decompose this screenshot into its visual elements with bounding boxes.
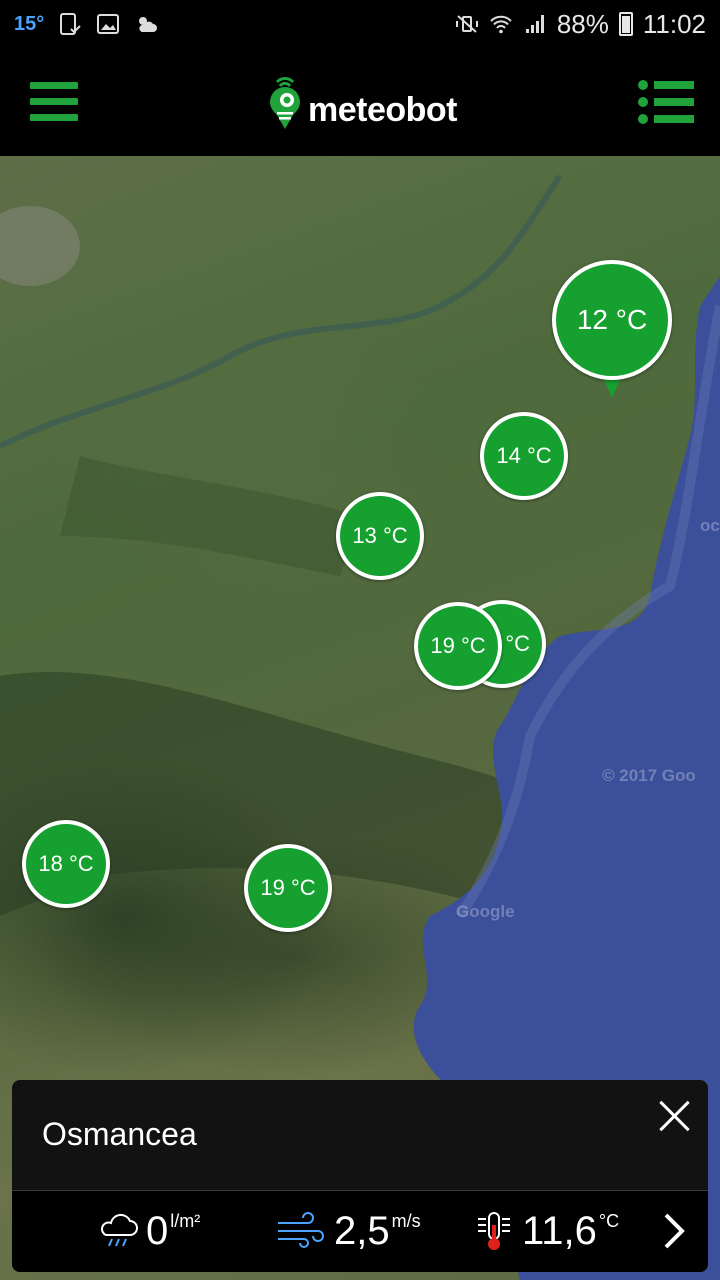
status-time: 11:02	[642, 8, 706, 39]
weather-station-marker[interactable]: 12 °C	[552, 260, 672, 380]
battery-icon	[618, 12, 633, 36]
station-stats[interactable]: 0 l/m² 2,5 m/s 11,6 °C	[12, 1191, 708, 1272]
wind-icon	[278, 1212, 324, 1248]
temperature-stat: 11,6 °C	[472, 1209, 619, 1253]
logo-text: meteobot	[308, 90, 458, 129]
temperature-unit: °C	[598, 1211, 620, 1231]
wind-value: 2,5	[334, 1209, 390, 1253]
app-bar: meteobot	[0, 48, 720, 156]
wind-stat: 2,5 m/s	[276, 1209, 421, 1253]
rain-unit: l/m²	[170, 1211, 201, 1231]
station-list-button[interactable]	[638, 80, 694, 124]
rain-value: 0	[146, 1209, 169, 1253]
rain-stat: 0 l/m²	[96, 1209, 200, 1253]
mute-vibrate-icon	[455, 15, 478, 33]
rain-cloud-icon	[101, 1213, 138, 1247]
station-name: Osmancea	[42, 1116, 197, 1152]
map-copyright-fragment: oc	[700, 516, 720, 535]
status-temperature: 15°	[14, 12, 45, 35]
menu-button[interactable]	[30, 82, 78, 122]
station-info-panel: Osmancea 0 l/m² 2,5 m/s 11,6 °C	[12, 1080, 708, 1272]
battery-percent: 88%	[556, 8, 609, 39]
thermometer-icon	[478, 1212, 510, 1250]
weather-station-marker[interactable]: 19 °C	[244, 844, 332, 932]
weather-station-marker[interactable]: 19 °C	[414, 602, 502, 690]
wifi-icon	[490, 15, 512, 34]
wind-unit: m/s	[391, 1211, 421, 1231]
status-bar: 15° 88% 11:02	[0, 0, 720, 48]
chevron-right-icon[interactable]	[656, 1211, 692, 1251]
app-logo: meteobot	[268, 72, 458, 132]
map-watermark: Google	[456, 902, 515, 921]
temperature-value: 11,6	[522, 1209, 597, 1253]
weather-station-marker[interactable]: 18 °C	[22, 820, 110, 908]
close-button[interactable]	[654, 1096, 694, 1136]
map-copyright: © 2017 Goo	[602, 766, 696, 785]
weather-station-marker[interactable]: 13 °C	[336, 492, 424, 580]
tablet-check-icon	[60, 13, 81, 35]
image-icon	[97, 14, 120, 34]
signal-icon	[525, 15, 544, 33]
weather-station-marker[interactable]: 14 °C	[480, 412, 568, 500]
partly-cloudy-icon	[139, 17, 158, 32]
meteobot-robot-icon	[270, 77, 300, 129]
